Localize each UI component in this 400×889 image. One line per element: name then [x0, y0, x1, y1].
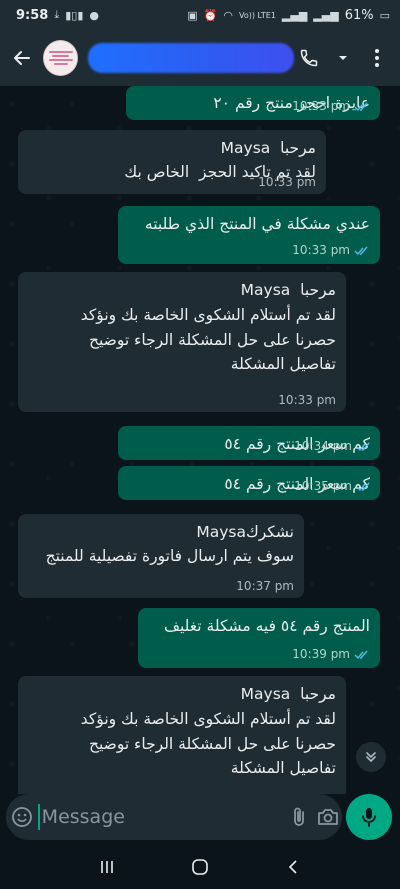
status-bar: 9:58 ⤓ ▮▯▮ ● ▣ ⏰ ◠ Vo)) LTE1 ▂▄▆ ▂▄▆ 61%…	[0, 0, 400, 30]
network-label: Vo)) LTE1	[238, 10, 276, 20]
contact-name-redacted[interactable]	[88, 43, 294, 73]
message-bubble-in[interactable]: مرحبا Maysa لقد تم أستلام الشكوى الخاصة …	[18, 272, 346, 412]
signal-icon: ▂▄▆	[281, 8, 308, 22]
home-button[interactable]	[180, 847, 220, 887]
call-options-button[interactable]	[328, 38, 358, 78]
attach-button[interactable]	[285, 794, 314, 840]
message-time: 10:33 pm	[292, 243, 350, 258]
read-ticks-icon	[354, 650, 368, 659]
message-text: المنتج رقم ٥٤ فيه مشكلة تغليف	[163, 617, 370, 635]
message-bubble-in[interactable]: نشكركMaysa سوف يتم ارسال فاتورة تفصيلية …	[18, 514, 304, 598]
emoji-sticker-icon	[11, 807, 32, 827]
message-time: 10:39 pm	[292, 647, 350, 662]
caret-down-icon	[339, 56, 347, 60]
more-options-button[interactable]	[362, 38, 392, 78]
paperclip-icon	[294, 807, 304, 826]
composer	[0, 794, 400, 844]
read-ticks-icon	[354, 246, 368, 255]
chevron-left-icon	[289, 859, 297, 874]
soundwave-icon: ▮▯▮	[65, 8, 84, 22]
avatar-image	[48, 49, 73, 67]
notification-dot-icon: ●	[89, 8, 99, 22]
screenshot-icon: ▣	[187, 8, 198, 22]
scroll-to-bottom-button[interactable]	[356, 742, 386, 772]
signal-icon-2: ▂▄▆	[313, 8, 339, 22]
camera-icon	[317, 809, 338, 825]
alarm-icon: ⏰	[203, 8, 218, 22]
voice-call-button[interactable]	[294, 38, 324, 78]
system-back-button[interactable]	[273, 847, 313, 887]
read-ticks-icon	[356, 442, 370, 451]
message-bubble-out[interactable]: كم سعر المنتج رقم ٥٤ 10:34 pm	[118, 426, 380, 460]
message-bubble-out[interactable]: كم سعر المنتج رقم ٥٤ 10:35 pm	[118, 466, 380, 500]
emoji-button[interactable]	[6, 794, 38, 840]
message-text: مرحبا Maysa لقد تم أستلام الشكوى الخاصة …	[80, 685, 336, 778]
phone-icon	[300, 49, 318, 67]
read-ticks-icon	[354, 102, 368, 111]
wifi-icon: ◠	[223, 8, 233, 22]
message-time: 10:34 pm	[294, 439, 352, 454]
voice-message-button[interactable]	[346, 794, 392, 840]
message-composer	[6, 794, 342, 840]
message-bubble-out[interactable]: عايزة احجز منتج رقم ٢٠ 10:33 pm	[126, 86, 380, 120]
message-time: 10:33 pm	[258, 175, 316, 190]
system-navigation-bar	[0, 844, 400, 889]
message-bubble-out[interactable]: عندي مشكلة في المنتج الذي طلبته 10:33 pm	[118, 206, 380, 264]
camera-button[interactable]	[313, 794, 342, 840]
battery-icon: ▭	[379, 8, 390, 22]
status-time: 9:58	[16, 7, 49, 23]
home-icon	[192, 858, 208, 875]
message-time: 10:33 pm	[278, 393, 336, 408]
download-icon: ⤓	[54, 8, 60, 21]
message-bubble-in[interactable]: مرحبا Maysa لقد تم تاكيد الحجز الخاص بك …	[18, 130, 326, 194]
double-chevron-down-icon	[366, 752, 376, 763]
back-button[interactable]	[0, 30, 43, 86]
message-list[interactable]: عايزة احجز منتج رقم ٢٠ 10:33 pm مرحبا Ma…	[0, 86, 400, 794]
message-text: مرحبا Maysa لقد تم أستلام الشكوى الخاصة …	[80, 281, 336, 374]
recents-icon	[100, 860, 113, 873]
arrow-left-icon	[13, 51, 30, 65]
microphone-icon	[362, 808, 376, 827]
avatar[interactable]	[43, 40, 79, 76]
chat-header	[0, 30, 400, 86]
message-bubble-in[interactable]: مرحبا Maysa لقد تم أستلام الشكوى الخاصة …	[18, 676, 346, 794]
message-text: عندي مشكلة في المنتج الذي طلبته	[144, 215, 370, 233]
more-vertical-icon	[375, 49, 379, 67]
message-time: 10:35 pm	[294, 479, 352, 494]
battery-percent: 61%	[344, 7, 374, 23]
recent-apps-button[interactable]	[87, 847, 127, 887]
message-bubble-out[interactable]: المنتج رقم ٥٤ فيه مشكلة تغليف 10:39 pm	[138, 608, 380, 668]
message-text: نشكركMaysa سوف يتم ارسال فاتورة تفصيلية …	[45, 523, 294, 566]
message-input[interactable]	[37, 804, 285, 830]
read-ticks-icon	[356, 482, 370, 491]
message-time: 10:33 pm	[292, 99, 350, 114]
message-time: 10:37 pm	[236, 579, 294, 594]
